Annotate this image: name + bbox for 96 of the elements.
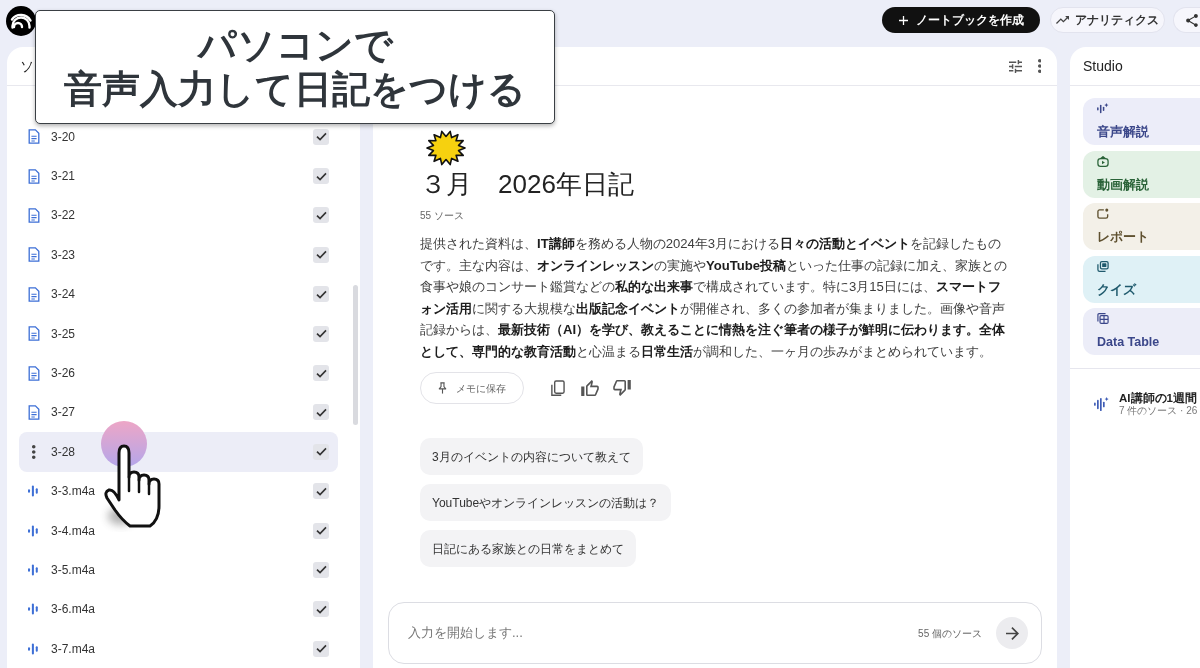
checkbox[interactable]	[313, 365, 329, 382]
source-name[interactable]: 3-21	[51, 167, 76, 186]
scrollbar-thumb[interactable]	[353, 285, 358, 425]
copy-button[interactable]	[550, 379, 565, 397]
checkbox[interactable]	[313, 483, 329, 500]
note-meta: 7 件のソース · 26	[1119, 405, 1198, 417]
caption-line: パソコンで	[197, 23, 393, 67]
checkbox[interactable]	[313, 522, 329, 539]
check-icon	[315, 368, 327, 378]
source-count: 55 ソース	[420, 210, 465, 222]
settings-button[interactable]	[1008, 59, 1022, 73]
video-icon	[1097, 155, 1109, 167]
trend-line-icon	[1056, 16, 1069, 24]
notebook-title: ３月 2026年日記	[420, 168, 635, 200]
check-icon	[315, 407, 327, 417]
checkbox[interactable]	[313, 562, 329, 578]
sparkle-waveform-icon	[1094, 397, 1109, 411]
thumbs-down-icon	[613, 380, 631, 396]
plus-icon	[898, 15, 908, 25]
check-icon	[315, 132, 327, 142]
studio-tool-card[interactable]: クイズ	[1083, 255, 1200, 303]
checkbox[interactable]	[313, 404, 329, 421]
analytics-button[interactable]: アナリティクス	[1050, 7, 1165, 33]
check-icon	[315, 565, 327, 575]
caption-line: 音声入力して日記をつける	[64, 67, 526, 111]
source-name[interactable]: 3-5.m4a	[51, 561, 96, 579]
source-name[interactable]: 3-7.m4a	[51, 639, 96, 658]
card-label: 動画解説	[1097, 177, 1149, 193]
source-name[interactable]: 3-22	[51, 206, 76, 225]
card-label: レポート	[1097, 230, 1149, 245]
share-icon	[1186, 13, 1198, 27]
summary-paragraph: 提供された資料は、IT講師を務める人物の2024年3月における日々の活動とイベントを記録したものです。主な内容は、オンラインレッスンの実施やYouTube投稿といった仕事の記録に加え、家族との食事や娘のコンサート鑑賞などの私的な出来事で構成されています。特に3月15日には、スマートフォン活用に関する大規模な出版記念イベントが開催され、多くの参加者が集まりました。画像や音声記録からは、最新技術（AI）を学び、教えることに情熱を注ぐ筆者の様子が鮮明に伝わります。全体として、専門的な教育活動と心温まる日常生活が調和した、一ヶ月の歩みがまとめられています。	[420, 235, 1009, 361]
source-name[interactable]: 3-6.m4a	[51, 600, 96, 619]
check-icon	[315, 604, 327, 614]
more-button[interactable]	[1037, 59, 1041, 73]
studio-tool-card[interactable]: Data Table	[1083, 308, 1200, 355]
save-note-button[interactable]: メモに保存	[420, 372, 524, 404]
checkbox[interactable]	[313, 286, 329, 303]
suggestion-chip[interactable]: YouTubeやオンラインレッスンの活動は？	[420, 484, 672, 521]
checkbox[interactable]	[313, 640, 329, 657]
copy-icon	[550, 379, 565, 397]
card-label: クイズ	[1097, 282, 1136, 298]
chat-input-field[interactable]: 入力を開始します...	[408, 623, 919, 643]
send-button[interactable]	[996, 617, 1028, 649]
check-icon	[315, 289, 327, 299]
studio-tool-card[interactable]: 動画解説	[1083, 150, 1200, 198]
chat-input-bar[interactable]: 入力を開始します... 55 個のソース	[388, 602, 1042, 664]
create-notebook-button[interactable]: ノートブックを作成	[882, 7, 1040, 33]
checkbox[interactable]	[313, 128, 329, 145]
check-icon	[315, 526, 327, 536]
source-count: 55 個のソース	[918, 626, 982, 641]
checkbox[interactable]	[313, 168, 329, 185]
source-name[interactable]: 3-26	[51, 364, 76, 383]
studio-tool-card[interactable]: 音声解説	[1083, 98, 1200, 145]
share-button[interactable]	[1173, 7, 1200, 33]
check-icon	[315, 644, 327, 654]
checkbox[interactable]	[313, 246, 329, 263]
checkbox[interactable]	[313, 207, 329, 224]
studio-tool-card[interactable]: レポート	[1083, 203, 1200, 250]
card-label: Data Table	[1097, 335, 1160, 350]
card-label: 音声解説	[1097, 125, 1149, 140]
source-name[interactable]: 3-4.m4a	[51, 521, 96, 540]
check-icon	[315, 171, 327, 181]
source-name[interactable]: 3-23	[51, 245, 76, 264]
checkbox[interactable]	[313, 325, 329, 342]
sparkle-waveform-icon	[1097, 103, 1109, 114]
suggestion-chip[interactable]: 3月のイベントの内容について教えて	[420, 438, 643, 475]
check-icon	[315, 210, 327, 220]
check-icon	[315, 329, 327, 339]
more-icon	[32, 444, 36, 459]
table-icon	[1097, 313, 1109, 324]
check-icon	[315, 250, 327, 260]
sliders-icon	[1008, 59, 1022, 73]
suggestion-chip[interactable]: 日記にある家族との日常をまとめて	[420, 530, 636, 567]
source-name[interactable]: 3-28	[51, 442, 76, 461]
source-name[interactable]: 3-24	[51, 285, 76, 304]
source-name[interactable]: 3-25	[51, 324, 76, 343]
panel-title: ソ	[20, 56, 34, 76]
note-title[interactable]: AI講師の1週間	[1119, 391, 1198, 405]
more-icon	[1037, 59, 1041, 73]
source-name[interactable]: 3-3.m4a	[51, 482, 96, 501]
panel-title: Studio	[1083, 56, 1123, 76]
report-icon	[1097, 208, 1109, 219]
checkbox[interactable]	[313, 443, 329, 460]
pin-icon	[438, 382, 447, 394]
checkbox[interactable]	[313, 601, 329, 618]
quiz-icon	[1097, 260, 1109, 272]
source-name[interactable]: 3-20	[51, 127, 76, 146]
check-icon	[315, 486, 327, 496]
thumbs-up-button[interactable]	[581, 380, 599, 396]
thumbs-down-button[interactable]	[613, 380, 631, 396]
thumbs-up-icon	[581, 380, 599, 396]
source-name[interactable]: 3-27	[51, 403, 76, 422]
arrow-icon	[1005, 626, 1019, 640]
check-icon	[315, 447, 327, 457]
starburst-icon	[426, 130, 466, 166]
